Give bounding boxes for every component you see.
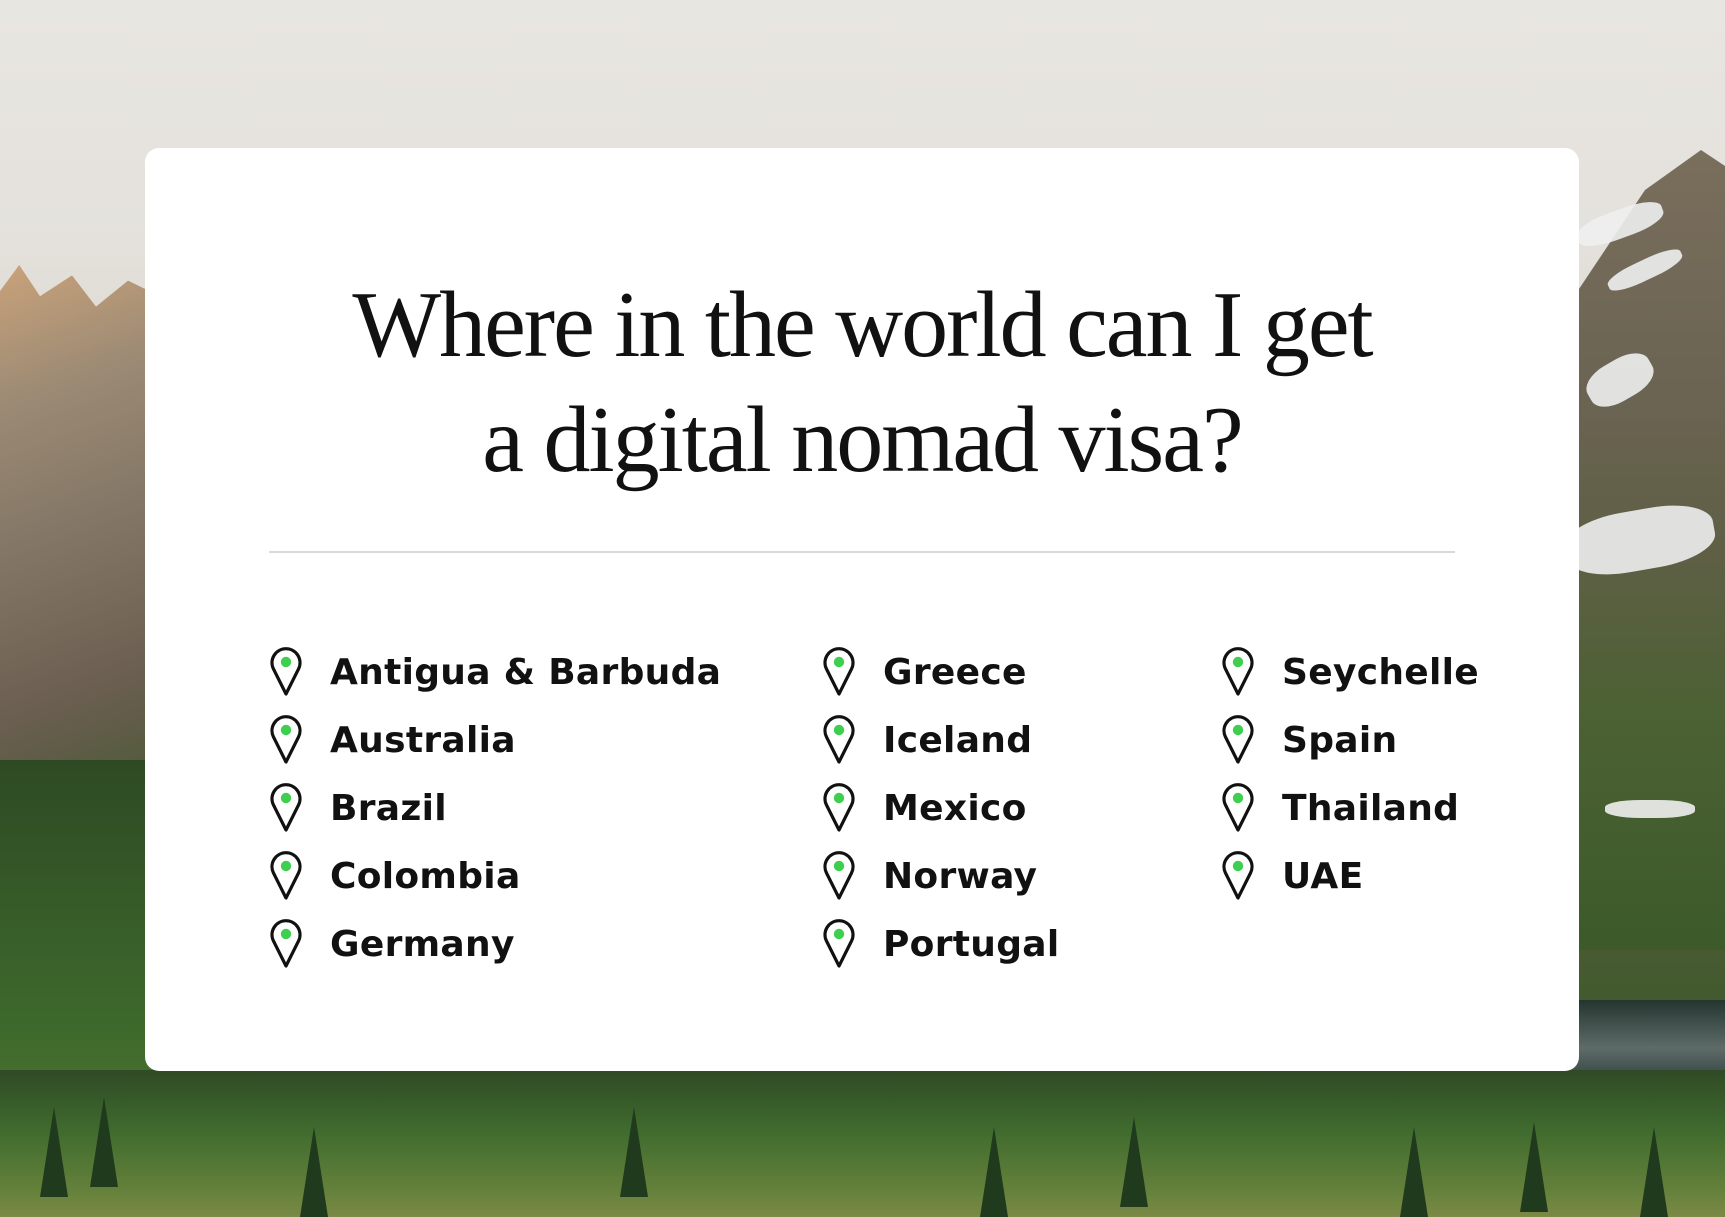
country-name: Norway (883, 855, 1038, 897)
country-name: Seychelle (1282, 651, 1479, 693)
country-name: Germany (330, 923, 515, 965)
map-pin-icon (270, 783, 302, 832)
country-name: Iceland (883, 719, 1033, 761)
map-pin-icon (823, 715, 855, 764)
map-pin-icon (823, 851, 855, 900)
map-pin-icon (1222, 783, 1254, 832)
page-title: Where in the world can I get a digital n… (145, 268, 1579, 498)
country-list-item: Colombia (269, 842, 721, 910)
tree (300, 1127, 328, 1217)
country-name: Brazil (330, 787, 447, 829)
tree (1120, 1117, 1148, 1207)
country-name: Spain (1282, 719, 1398, 761)
snow-patch (1605, 800, 1695, 818)
country-column-1: Antigua & Barbuda Australia Brazil Colom… (269, 638, 721, 978)
country-list-item: Norway (822, 842, 1060, 910)
tree (90, 1097, 118, 1187)
country-name: Thailand (1282, 787, 1460, 829)
tree (1400, 1127, 1428, 1217)
country-name: Mexico (883, 787, 1027, 829)
country-name: Portugal (883, 923, 1060, 965)
map-pin-icon (1222, 715, 1254, 764)
country-list-item: Spain (1221, 706, 1479, 774)
map-pin-icon (270, 647, 302, 696)
map-pin-icon (823, 783, 855, 832)
tree (620, 1107, 648, 1197)
title-line-2: a digital nomad visa? (482, 388, 1243, 492)
map-pin-icon (270, 851, 302, 900)
map-pin-icon (1222, 851, 1254, 900)
country-column-3: Seychelle Spain Thailand UAE (1221, 638, 1479, 910)
country-name: Colombia (330, 855, 521, 897)
info-card: Where in the world can I get a digital n… (145, 148, 1579, 1071)
map-pin-icon (270, 919, 302, 968)
country-list-item: Brazil (269, 774, 721, 842)
divider (269, 551, 1455, 553)
country-name: Australia (330, 719, 516, 761)
country-list-item: Mexico (822, 774, 1060, 842)
country-column-2: Greece Iceland Mexico Norway Portugal (822, 638, 1060, 978)
map-pin-icon (823, 919, 855, 968)
tree (980, 1127, 1008, 1217)
country-list-item: Germany (269, 910, 721, 978)
title-line-1: Where in the world can I get (352, 273, 1373, 377)
country-list-item: Greece (822, 638, 1060, 706)
country-list-item: Portugal (822, 910, 1060, 978)
tree (1520, 1122, 1548, 1212)
country-name: UAE (1282, 855, 1364, 897)
map-pin-icon (1222, 647, 1254, 696)
country-list-item: Iceland (822, 706, 1060, 774)
tree (1640, 1127, 1668, 1217)
country-name: Greece (883, 651, 1027, 693)
country-name: Antigua & Barbuda (330, 651, 722, 693)
mountain-left (0, 265, 160, 785)
country-list-item: Thailand (1221, 774, 1479, 842)
country-list-item: UAE (1221, 842, 1479, 910)
map-pin-icon (270, 715, 302, 764)
country-list-item: Australia (269, 706, 721, 774)
tree (40, 1107, 68, 1197)
country-list-item: Antigua & Barbuda (269, 638, 721, 706)
meadow (0, 1070, 1725, 1217)
map-pin-icon (823, 647, 855, 696)
country-list-item: Seychelle (1221, 638, 1479, 706)
